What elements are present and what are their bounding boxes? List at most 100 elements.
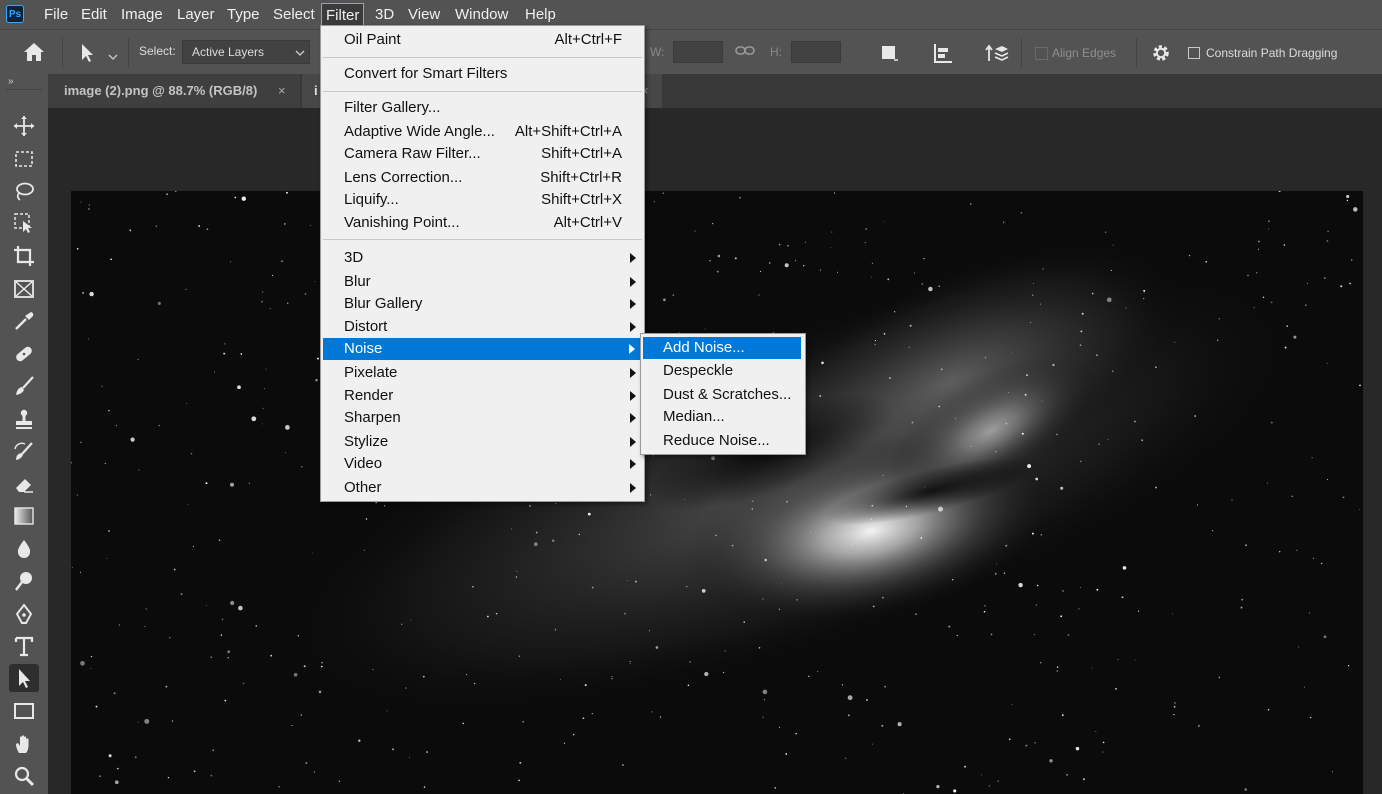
chevron-right-icon	[630, 413, 636, 423]
milky-way-image	[71, 191, 1363, 794]
close-icon[interactable]: ×	[278, 74, 286, 108]
photoshop-logo: Ps	[6, 5, 24, 23]
submenu-item-add-noise[interactable]: Add Noise...	[643, 337, 801, 359]
submenu-item-median[interactable]: Median...	[641, 406, 805, 428]
menu-item-sharpen[interactable]: Sharpen	[321, 407, 644, 429]
chevron-right-icon	[630, 277, 636, 287]
gear-icon[interactable]	[1151, 43, 1171, 68]
path-select-icon[interactable]	[9, 664, 39, 692]
home-icon[interactable]	[22, 41, 46, 68]
frame-icon[interactable]	[9, 275, 39, 303]
chevron-right-icon	[630, 253, 636, 263]
pen-icon[interactable]	[9, 600, 39, 628]
separator	[323, 57, 642, 58]
menu-type[interactable]: Type	[227, 5, 260, 24]
menu-item-blur[interactable]: Blur	[321, 271, 644, 293]
menu-view[interactable]: View	[408, 5, 440, 24]
menu-item-liquify[interactable]: Liquify... Shift+Ctrl+X	[321, 189, 644, 211]
chevron-right-icon	[630, 299, 636, 309]
path-arrangement-icon[interactable]	[983, 41, 1009, 70]
menu-3d[interactable]: 3D	[375, 5, 394, 24]
hand-icon[interactable]	[9, 730, 39, 758]
menu-item-video[interactable]: Video	[321, 453, 644, 475]
separator	[1021, 38, 1022, 68]
menu-window[interactable]: Window	[455, 5, 508, 24]
menu-image[interactable]: Image	[121, 5, 163, 24]
menu-item-render[interactable]: Render	[321, 385, 644, 407]
menu-item-camera-raw-filter[interactable]: Camera Raw Filter... Shift+Ctrl+A	[321, 143, 644, 165]
path-operations-icon[interactable]	[880, 43, 900, 68]
align-edges-checkbox[interactable]	[1035, 47, 1048, 60]
type-icon[interactable]	[9, 632, 39, 660]
menu-item-lens-correction[interactable]: Lens Correction... Shift+Ctrl+R	[321, 167, 644, 189]
tools-panel: »	[0, 74, 48, 794]
separator	[62, 38, 63, 68]
menu-item-distort[interactable]: Distort	[321, 316, 644, 338]
submenu-item-despeckle[interactable]: Despeckle	[641, 360, 805, 382]
separator	[323, 239, 642, 240]
menu-item-adaptive-wide-angle[interactable]: Adaptive Wide Angle... Alt+Shift+Ctrl+A	[321, 121, 644, 143]
chevron-down-icon[interactable]	[108, 48, 118, 66]
align-edges-label: Align Edges	[1052, 46, 1117, 60]
menu-item-oil-paint[interactable]: Oil Paint Alt+Ctrl+F	[321, 29, 644, 51]
path-alignment-icon[interactable]	[932, 42, 954, 69]
menu-item-convert-smart-filters[interactable]: Convert for Smart Filters	[321, 63, 644, 85]
zoom-icon[interactable]	[9, 762, 39, 790]
chevron-right-icon	[629, 344, 635, 354]
eyedropper-icon[interactable]	[9, 307, 39, 335]
noise-submenu: Add Noise... Despeckle Dust & Scratches.…	[640, 333, 806, 455]
submenu-item-dust-scratches[interactable]: Dust & Scratches...	[641, 384, 805, 406]
constrain-path-label: Constrain Path Dragging	[1206, 46, 1338, 60]
document-canvas[interactable]	[71, 191, 1363, 794]
menu-item-filter-gallery[interactable]: Filter Gallery...	[321, 97, 644, 119]
chevron-right-icon	[630, 483, 636, 493]
healing-brush-icon[interactable]	[9, 340, 39, 368]
dodge-icon[interactable]	[9, 567, 39, 595]
menu-item-stylize[interactable]: Stylize	[321, 431, 644, 453]
crop-icon[interactable]	[9, 242, 39, 270]
menu-item-other[interactable]: Other	[321, 477, 644, 499]
chevron-right-icon	[630, 368, 636, 378]
chevron-right-icon	[630, 459, 636, 469]
lasso-icon[interactable]	[9, 177, 39, 205]
constrain-path-checkbox[interactable]	[1188, 47, 1200, 59]
chevron-right-icon	[630, 322, 636, 332]
chevron-down-icon	[295, 50, 305, 56]
menu-select[interactable]: Select	[273, 5, 315, 24]
eraser-icon[interactable]	[9, 470, 39, 498]
select-dropdown[interactable]: Active Layers	[182, 40, 310, 64]
height-field[interactable]	[791, 41, 841, 63]
stamp-icon[interactable]	[9, 405, 39, 433]
link-icon[interactable]	[735, 44, 755, 63]
move-icon[interactable]	[9, 112, 39, 140]
menu-item-vanishing-point[interactable]: Vanishing Point... Alt+Ctrl+V	[321, 212, 644, 234]
menu-bar: Ps File Edit Image Layer Type Select Fil…	[0, 0, 1382, 29]
chevron-right-icon	[630, 437, 636, 447]
menu-item-blur-gallery[interactable]: Blur Gallery	[321, 293, 644, 315]
menu-item-pixelate[interactable]: Pixelate	[321, 362, 644, 384]
menu-layer[interactable]: Layer	[177, 5, 215, 24]
object-select-icon[interactable]	[9, 209, 39, 237]
path-select-tool-icon[interactable]	[78, 42, 98, 69]
gradient-icon[interactable]	[9, 502, 39, 530]
expand-panel-icon[interactable]: »	[8, 76, 14, 87]
document-tab-title: image (2).png @ 88.7% (RGB/8)	[64, 83, 258, 98]
marquee-icon[interactable]	[9, 145, 39, 173]
separator	[323, 91, 642, 92]
history-brush-icon[interactable]	[9, 438, 39, 466]
menu-file[interactable]: File	[44, 5, 68, 24]
menu-item-3d[interactable]: 3D	[321, 247, 644, 269]
width-field[interactable]	[673, 41, 723, 63]
select-dropdown-value: Active Layers	[192, 45, 265, 59]
brush-icon[interactable]	[9, 372, 39, 400]
blur-icon[interactable]	[9, 535, 39, 563]
rectangle-icon[interactable]	[9, 697, 39, 725]
menu-item-noise[interactable]: Noise	[323, 338, 641, 360]
filter-menu: Oil Paint Alt+Ctrl+F Convert for Smart Fi…	[320, 25, 645, 502]
document-tab-title: i	[314, 83, 318, 98]
menu-edit[interactable]: Edit	[81, 5, 107, 24]
menu-help[interactable]: Help	[525, 5, 556, 24]
document-tab[interactable]: image (2).png @ 88.7% (RGB/8) ×	[48, 74, 300, 108]
submenu-item-reduce-noise[interactable]: Reduce Noise...	[641, 430, 805, 452]
separator	[1136, 38, 1137, 68]
